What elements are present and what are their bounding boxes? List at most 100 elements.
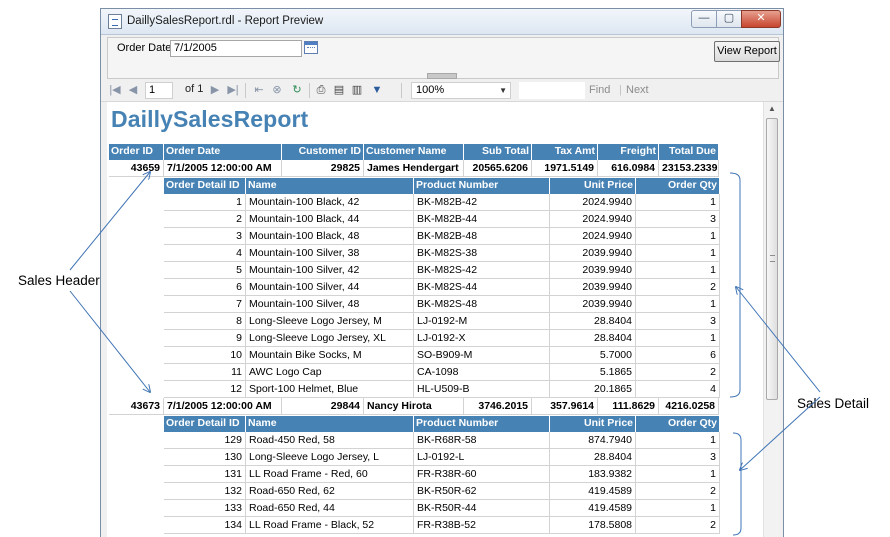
detail-row-cell: 4 — [636, 381, 720, 398]
detail-row-cell: 4 — [164, 245, 246, 262]
detail-row-cell: 1 — [636, 432, 720, 449]
detail-row-cell: AWC Logo Cap — [246, 364, 414, 381]
calendar-icon[interactable] — [304, 41, 318, 54]
detail-row-cell: 5.1865 — [550, 364, 636, 381]
print-icon[interactable]: ⎙ — [315, 84, 327, 97]
stop-icon[interactable]: ⊗ — [271, 84, 283, 97]
report-viewport[interactable]: DaillySalesReport Order ID Order Date Cust… — [107, 102, 763, 537]
detail-row-cell: 1 — [164, 194, 246, 211]
detail-row-cell: 1 — [636, 194, 720, 211]
detail-row-cell: 11 — [164, 364, 246, 381]
order-header-cell: Nancy Hirota — [364, 398, 464, 415]
detail-row-cell: Mountain-100 Silver, 44 — [246, 279, 414, 296]
export-icon[interactable]: ▼ — [371, 84, 383, 97]
detail-row-cell: 129 — [164, 432, 246, 449]
toolbar-separator — [401, 83, 402, 98]
detail-column-0: Order Detail ID — [164, 416, 246, 432]
order-date-label: Order Date — [117, 42, 172, 54]
previous-page-icon[interactable]: ◀ — [127, 84, 139, 97]
report-file-icon — [108, 14, 122, 29]
vertical-scrollbar[interactable]: ▲ — [763, 102, 780, 537]
print-layout-icon[interactable]: ▤ — [333, 84, 345, 97]
order-header-cell: 43659 — [109, 160, 164, 177]
header-column-0: Order ID — [109, 144, 164, 160]
order-header-cell: James Hendergart — [364, 160, 464, 177]
detail-row-cell: Mountain-100 Black, 44 — [246, 211, 414, 228]
order-header-cell: 29844 — [282, 398, 364, 415]
order-header-cell: 7/1/2005 12:00:00 AM — [164, 160, 282, 177]
detail-row-cell: 131 — [164, 466, 246, 483]
report-title: DaillySalesReport — [111, 106, 309, 132]
order-date-input[interactable]: 7/1/2005 — [170, 40, 302, 57]
header-column-3: Customer Name — [364, 144, 464, 160]
view-report-button[interactable]: View Report — [714, 41, 780, 62]
report-preview-window: DaillySalesReport.rdl - Report Preview —… — [100, 8, 784, 537]
next-link[interactable]: Next — [626, 84, 649, 96]
page-setup-icon[interactable]: ▥ — [351, 84, 363, 97]
scroll-up-icon[interactable]: ▲ — [768, 104, 776, 113]
next-page-icon[interactable]: ▶ — [209, 84, 221, 97]
detail-row-cell: BK-M82S-42 — [414, 262, 550, 279]
detail-row-cell: 2 — [636, 483, 720, 500]
detail-row-cell: Mountain Bike Socks, M — [246, 347, 414, 364]
detail-row-cell: 5 — [164, 262, 246, 279]
detail-row-cell: FR-R38B-52 — [414, 517, 550, 534]
detail-row-cell: 9 — [164, 330, 246, 347]
detail-row-cell: 2 — [636, 364, 720, 381]
find-link[interactable]: Find — [589, 84, 610, 96]
detail-column-1: Name — [246, 178, 414, 194]
report-toolbar: |◀ ◀ 1 of 1 ▶ ▶| ⇤ ⊗ ↻ ⎙ ▤ ▥ ▼ 100% ▼ Fi… — [101, 80, 783, 102]
find-text-input[interactable] — [519, 82, 585, 99]
detail-row-cell: 1 — [636, 500, 720, 517]
zoom-select[interactable]: 100% ▼ — [411, 82, 511, 99]
detail-row-cell: SO-B909-M — [414, 347, 550, 364]
detail-row-cell: 419.4589 — [550, 500, 636, 517]
sales-header-annotation: Sales Header — [18, 273, 100, 288]
detail-row-cell: 874.7940 — [550, 432, 636, 449]
refresh-icon[interactable]: ↻ — [291, 84, 303, 97]
detail-row-cell: 1 — [636, 296, 720, 313]
detail-row-cell: 12 — [164, 381, 246, 398]
detail-row-cell: 2 — [164, 211, 246, 228]
page-count-label: of 1 — [185, 83, 204, 95]
header-column-7: Total Due — [659, 144, 719, 160]
detail-row-cell: LJ-0192-X — [414, 330, 550, 347]
detail-row-cell: 2024.9940 — [550, 211, 636, 228]
detail-row-cell: Road-650 Red, 44 — [246, 500, 414, 517]
detail-column-1: Name — [246, 416, 414, 432]
detail-column-3: Unit Price — [550, 416, 636, 432]
minimize-button[interactable]: — — [691, 10, 717, 28]
detail-row-cell: 130 — [164, 449, 246, 466]
detail-row-cell: 7 — [164, 296, 246, 313]
detail-row-cell: Mountain-100 Silver, 38 — [246, 245, 414, 262]
detail-row-cell: BK-M82S-48 — [414, 296, 550, 313]
detail-row-cell: 8 — [164, 313, 246, 330]
detail-row-cell: Sport-100 Helmet, Blue — [246, 381, 414, 398]
maximize-button[interactable]: ▢ — [716, 10, 742, 28]
detail-row-cell: 3 — [636, 449, 720, 466]
last-page-icon[interactable]: ▶| — [227, 84, 239, 97]
order-header-cell: 111.8629 — [598, 398, 659, 415]
thumb-grip — [770, 255, 775, 262]
parameter-collapse-handle[interactable] — [427, 73, 457, 79]
detail-row-cell: Long-Sleeve Logo Jersey, M — [246, 313, 414, 330]
zoom-value: 100% — [416, 84, 445, 96]
first-page-icon[interactable]: |◀ — [109, 84, 121, 97]
current-page-input[interactable]: 1 — [145, 82, 173, 99]
detail-column-2: Product Number — [414, 178, 550, 194]
detail-row-cell: Road-450 Red, 58 — [246, 432, 414, 449]
close-button[interactable]: ✕ — [741, 10, 781, 28]
detail-row-cell: LJ-0192-L — [414, 449, 550, 466]
find-separator: | — [619, 84, 622, 96]
detail-row-cell: 6 — [164, 279, 246, 296]
toolbar-separator — [309, 83, 310, 98]
detail-row-cell: BK-M82S-38 — [414, 245, 550, 262]
detail-row-cell: 1 — [636, 330, 720, 347]
detail-row-cell: 2039.9940 — [550, 296, 636, 313]
scroll-thumb[interactable] — [766, 118, 778, 400]
detail-row-cell: 5.7000 — [550, 347, 636, 364]
order-header-cell: 23153.2339 — [659, 160, 719, 177]
order-header-cell: 357.9614 — [532, 398, 598, 415]
back-icon[interactable]: ⇤ — [253, 84, 265, 97]
detail-column-3: Unit Price — [550, 178, 636, 194]
